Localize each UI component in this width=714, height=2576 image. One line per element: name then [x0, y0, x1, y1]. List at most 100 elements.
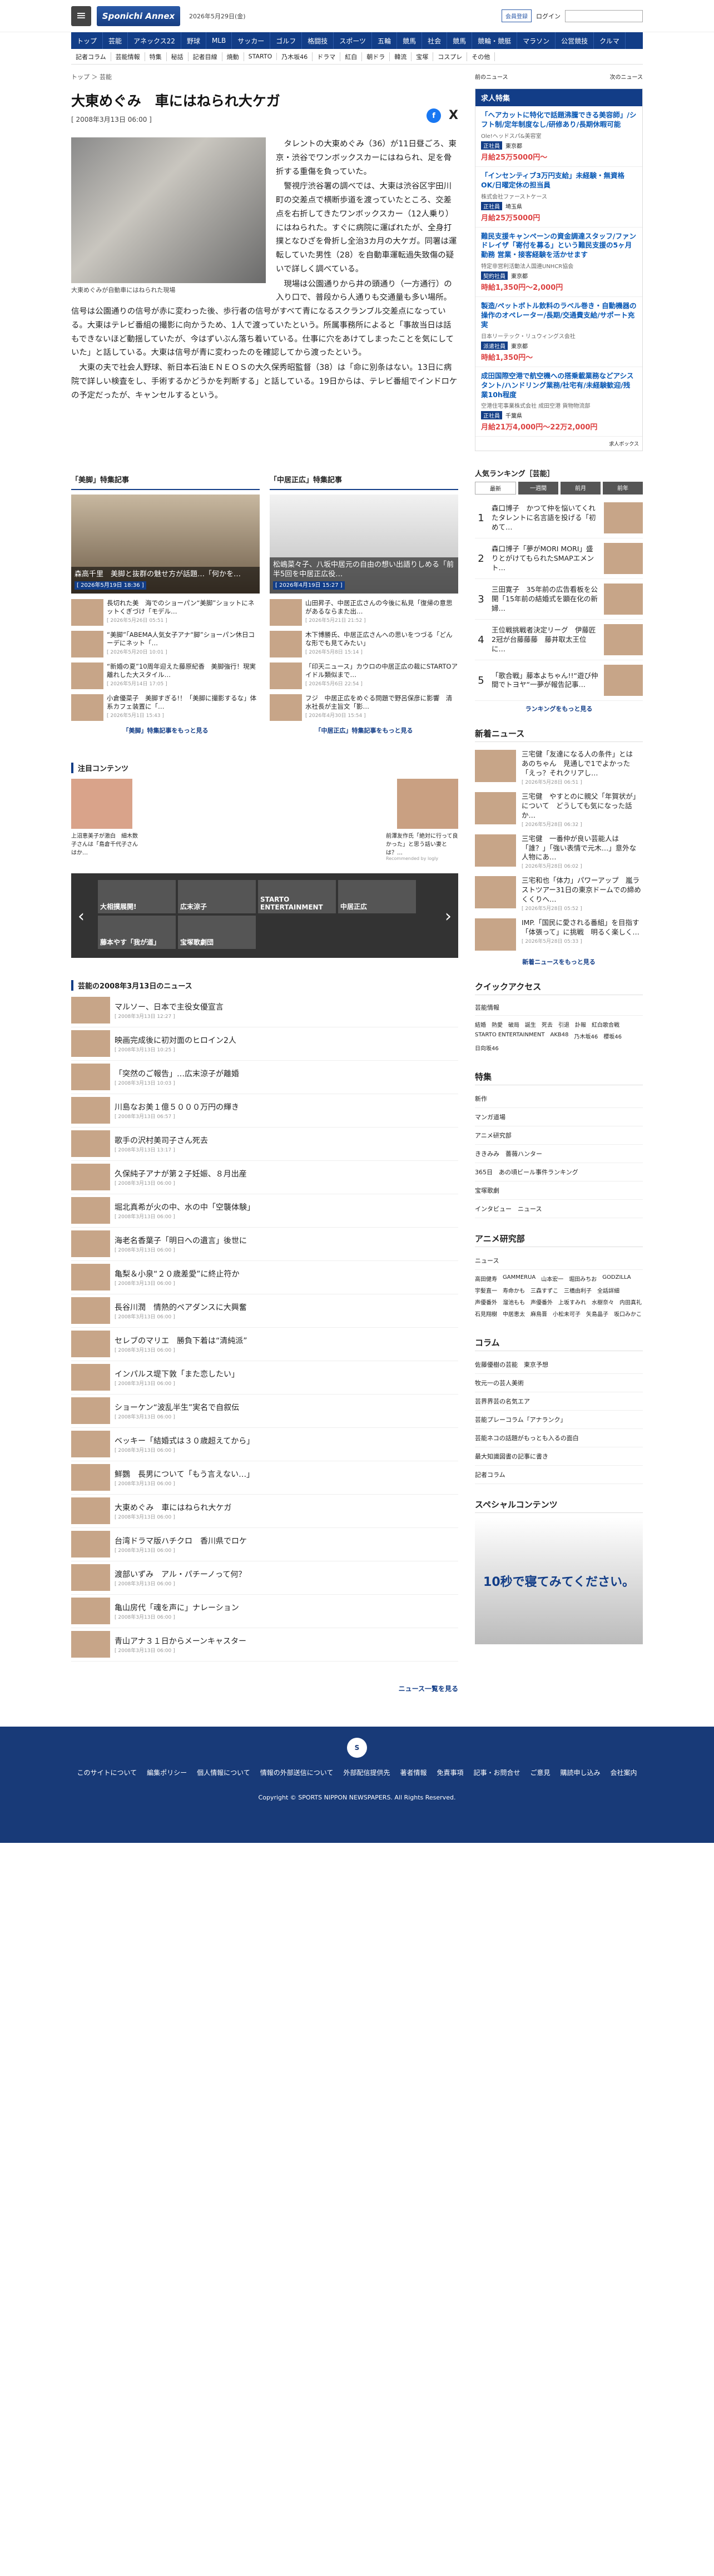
anime-tag[interactable]: 上坂すみれ: [558, 1298, 586, 1306]
job-item[interactable]: 製造/ペットボトル飲料のラベル巻き・自動機器の操作のオペレーター/長期/交通費支…: [475, 297, 642, 367]
attention-right[interactable]: 前澤友作氏「絶対に行って良かった」と思う話い妻とは？… Recommended b…: [386, 778, 458, 861]
column-link[interactable]: 芸能プレーコラム「アナランク」: [475, 1411, 643, 1429]
special-link[interactable]: インタビュー ニュース: [475, 1200, 643, 1218]
site-logo[interactable]: Sponichi Annex: [97, 6, 180, 26]
footer-link[interactable]: 情報の外部送信について: [260, 1768, 334, 1777]
gnav-item[interactable]: 競馬: [447, 32, 473, 49]
ranking-tab[interactable]: 前年: [603, 482, 643, 495]
gnav-item[interactable]: 競輪・競艇: [472, 32, 518, 49]
daylist-row[interactable]: 長谷川潤 情熱的ペアダンスに大興奮 [ 2008年3月13日 06:00 ]: [71, 1294, 458, 1328]
special-link[interactable]: 365日 あの頃ビール事件ランキング: [475, 1163, 643, 1181]
daylist-row[interactable]: 渡部いずみ アル・パチーノって何？ [ 2008年3月13日 06:00 ]: [71, 1561, 458, 1595]
daylist-row[interactable]: 亀山房代「魂を声に」ナレーション[ 2008年3月13日 06:00 ]: [71, 1595, 458, 1628]
feature-list-item[interactable]: 木下博勝氏、中居正広さんへの思いをつづる「どんな形でも見てみたい」 [ 2026年…: [270, 630, 458, 657]
sp-banner[interactable]: 10秒で寝てみてください。: [475, 1517, 643, 1644]
gnav-item[interactable]: マラソン: [517, 32, 556, 49]
special-link[interactable]: 新作: [475, 1090, 643, 1108]
feature-list-item[interactable]: 長切れた美 海でのショーパン“美脚”ショットにネットくぎづけ「モデル…[ 202…: [71, 599, 260, 626]
daylist-row[interactable]: マルソー、日本で主役女優宣言[ 2008年3月13日 12:27 ]: [71, 994, 458, 1027]
daylist-row[interactable]: セレブのマリエ 勝負下着は“清純派”[ 2008年3月13日 06:00 ]: [71, 1328, 458, 1361]
carousel-tile[interactable]: 広末涼子: [178, 879, 256, 913]
anime-tag[interactable]: 中居恵太: [503, 1309, 525, 1318]
daylist-row[interactable]: 青山アナ３１日からメーンキャスター [ 2008年3月13日 06:00 ]: [71, 1628, 458, 1662]
ranking-item[interactable]: 1 森口博子 かつて仲を悩いてくれたタレントに名言語を投げる「初めて…: [475, 498, 643, 539]
footer-link[interactable]: 著者情報: [400, 1768, 427, 1777]
quick-tag[interactable]: 紅白歌合戦: [592, 1020, 619, 1029]
anime-tag[interactable]: 堀田みちお: [569, 1274, 597, 1283]
anime-tag[interactable]: 声優番外: [530, 1298, 553, 1306]
anime-tag[interactable]: 矢島晶子: [586, 1309, 608, 1318]
daylist-row[interactable]: インパルス堤下敦「また恋したい」 [ 2008年3月13日 06:00 ]: [71, 1361, 458, 1395]
anime-tag[interactable]: 宇髪直一: [475, 1286, 497, 1294]
anime-news-link[interactable]: ニュース: [475, 1252, 643, 1270]
feature-list-item[interactable]: 小倉優菜子 美脚すぎる!！「美脚に撮影するな」体系カフェ装置に「… [ 2026年…: [71, 694, 260, 721]
footer-link[interactable]: 個人情報について: [197, 1768, 250, 1777]
daylist-row[interactable]: 亀梨＆小泉“２０歳差愛”に終止符か[ 2008年3月13日 06:00 ]: [71, 1261, 458, 1294]
snav-item[interactable]: 特集: [145, 52, 167, 61]
snav-item[interactable]: 焼動: [222, 52, 244, 61]
snav-item[interactable]: 朝ドラ: [362, 52, 390, 61]
facebook-icon[interactable]: f: [427, 108, 442, 123]
ranking-item[interactable]: 3 三田寛子 35年前の広告看板を公開「15年前の結婚式を顕在化の新婦…: [475, 579, 643, 620]
prev-news-link[interactable]: 前のニュース: [475, 72, 508, 81]
chevron-left-icon[interactable]: ‹: [78, 907, 85, 926]
feature-main-1[interactable]: 森高千里 美脚と抜群の魅せ方が話題…「何かを… [ 2026年5月19日 18:3…: [71, 494, 260, 594]
anime-tag[interactable]: 声優番外: [475, 1298, 497, 1306]
anime-tag[interactable]: 三森すずこ: [530, 1286, 558, 1294]
ranking-item[interactable]: 2 森口博子「夢がMORI MORI」盛りとがけてもられたSMAPエメント…: [475, 538, 643, 580]
feature-main-2[interactable]: 松嶋菜々子、八坂中居元の自由の想い出語りしめる「前半5回を中居正広役… [ 202…: [270, 494, 458, 594]
job-item[interactable]: 「ヘアカットに特化で話題沸騰できる美容師」/シフト制/定年制度なし/研修あり/長…: [475, 106, 642, 167]
feature-col-2-more[interactable]: 「中居正広」特集記事をもっと見る: [270, 726, 458, 735]
daylist-row[interactable]: ベッキー「結婚式は３０歳超えてから」[ 2008年3月13日 06:00 ]: [71, 1428, 458, 1461]
feature-list-item[interactable]: “新婚の夏”10周年迎えた藤原紀香 美脚強行！現実離れした大スタイル… [ 202…: [71, 662, 260, 689]
quick-tag[interactable]: 結婚: [475, 1020, 486, 1029]
snav-item[interactable]: ドラマ: [313, 52, 341, 61]
article-photo[interactable]: 大東めぐみが自動車にはねられた現場: [71, 137, 266, 296]
ranking-tab[interactable]: 最新: [475, 482, 516, 495]
column-link[interactable]: 芸能ネコの話題がもっとも入るの面白: [475, 1429, 643, 1447]
gnav-item[interactable]: アネックス22: [128, 32, 181, 49]
footer-link[interactable]: 編集ポリシー: [147, 1768, 187, 1777]
member-register-button[interactable]: 会員登録: [502, 9, 532, 22]
new-news-more[interactable]: 新着ニュースをもっと見る: [475, 957, 643, 966]
quick-tag[interactable]: 誕生: [525, 1020, 536, 1029]
gnav-item[interactable]: 芸能: [103, 32, 128, 49]
daylist-row[interactable]: 映画完成後に初対面のヒロイン2人 [ 2008年3月13日 10:25 ]: [71, 1027, 458, 1061]
anime-tag[interactable]: GAMMERUA: [503, 1274, 536, 1283]
column-link[interactable]: 佐藤優樹の芸能 東京予想: [475, 1356, 643, 1374]
footer-link[interactable]: 免責事項: [437, 1768, 463, 1777]
carousel-tile[interactable]: 大相撲展開!: [98, 879, 176, 913]
gnav-item[interactable]: MLB: [206, 32, 232, 49]
feature-col-1-more[interactable]: 「美脚」特集記事をもっと見る: [71, 726, 260, 735]
login-link[interactable]: ログイン: [536, 12, 561, 21]
gnav-item[interactable]: 競馬: [397, 32, 423, 49]
anime-tag[interactable]: 坂口みかこ: [614, 1309, 642, 1318]
feature-list-item[interactable]: 山田昇子、中居正広さんの今後に私見「復帰の意思があるならまた出…[ 2026年5…: [270, 599, 458, 626]
ranking-tab[interactable]: 一週間: [518, 482, 558, 495]
footer-link[interactable]: ご意見: [530, 1768, 551, 1777]
footer-link[interactable]: 会社案内: [611, 1768, 637, 1777]
quick-tag[interactable]: 櫻坂46: [603, 1032, 622, 1040]
jobs-more[interactable]: 求人ボックス: [475, 437, 642, 451]
special-link[interactable]: マンガ道場: [475, 1108, 643, 1126]
gnav-item[interactable]: サッカー: [232, 32, 271, 49]
footer-link[interactable]: 記事・お問合せ: [473, 1768, 520, 1777]
footer-link[interactable]: 購読申し込み: [561, 1768, 601, 1777]
column-link[interactable]: 牧元一の芸人美術: [475, 1374, 643, 1392]
footer-link[interactable]: 外部配信提供先: [343, 1768, 390, 1777]
feature-col-1-title[interactable]: 「美脚」特集記事: [71, 469, 260, 490]
quick-access-item[interactable]: 芸能情報: [475, 1000, 643, 1016]
daylist-row[interactable]: 台湾ドラマ版ハチクロ 香川県でロケ[ 2008年3月13日 06:00 ]: [71, 1528, 458, 1561]
special-link[interactable]: アニメ研究部: [475, 1126, 643, 1145]
quick-tag[interactable]: 引退: [558, 1020, 569, 1029]
chevron-right-icon[interactable]: ›: [445, 907, 452, 926]
gnav-item[interactable]: 公営競技: [556, 32, 594, 49]
x-icon[interactable]: X: [449, 108, 458, 123]
daylist-row[interactable]: 久保純子アナが第２子妊娠、８月出産[ 2008年3月13日 06:00 ]: [71, 1161, 458, 1194]
anime-tag[interactable]: 石見翔樹: [475, 1309, 497, 1318]
ranking-item[interactable]: 4 王位戦挑戦者決定リーグ 伊藤匠2冠が台藤藤藤 藤井取太王位に…: [475, 620, 643, 661]
gnav-item[interactable]: トップ: [71, 32, 103, 49]
search-input[interactable]: [565, 9, 643, 22]
column-link[interactable]: 最大知識図書の記事に書き: [475, 1447, 643, 1466]
snav-item[interactable]: 秘話: [167, 52, 189, 61]
